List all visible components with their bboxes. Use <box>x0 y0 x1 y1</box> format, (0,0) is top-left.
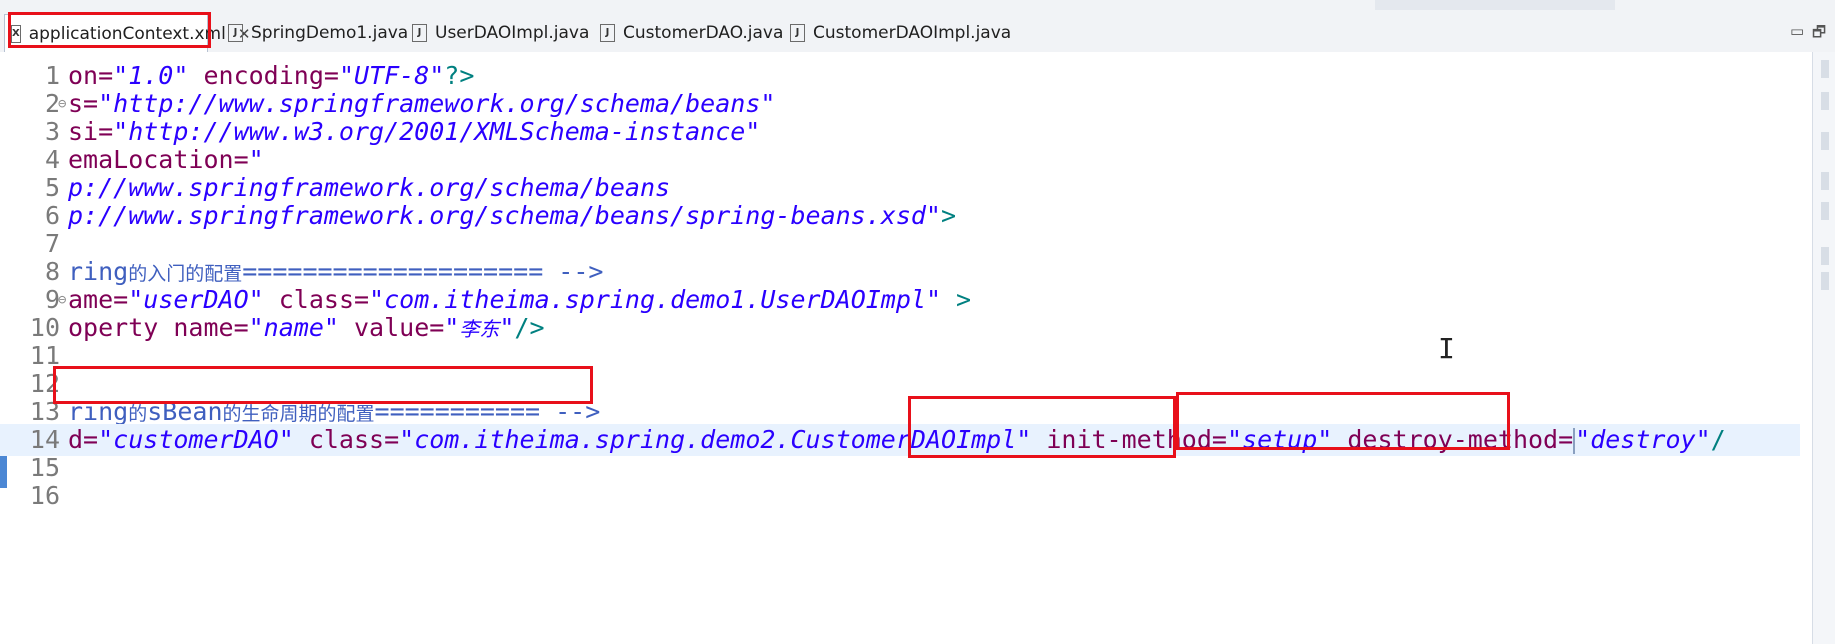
annotation-box-init-method <box>908 396 1176 458</box>
java-file-icon: J <box>412 24 427 42</box>
tab-customerdao-java[interactable]: J CustomerDAO.java <box>594 14 789 52</box>
ruler-marker <box>1821 272 1829 290</box>
java-file-icon: J <box>600 24 615 42</box>
editor-tab-bar: X applicationContext.xml ✕ J SpringDemo1… <box>0 0 1835 53</box>
tab-userdaoimpl-java[interactable]: J UserDAOImpl.java <box>406 14 595 52</box>
mouse-pointer-icon: I <box>1438 332 1455 365</box>
java-file-icon: J <box>790 24 805 42</box>
tab-springdemo1-java[interactable]: J SpringDemo1.java <box>222 14 414 52</box>
toolbar-strip <box>1375 0 1615 10</box>
tab-label: CustomerDAO.java <box>623 23 784 43</box>
tab-label: UserDAOImpl.java <box>435 23 590 43</box>
ruler-marker <box>1821 60 1829 78</box>
annotation-box-destroy-method <box>1176 392 1510 450</box>
minimize-icon[interactable]: ▭ <box>1790 22 1804 40</box>
ruler-marker <box>1821 132 1829 150</box>
tab-label: CustomerDAOImpl.java <box>813 23 1012 43</box>
annotation-box-tab <box>8 12 211 48</box>
annotation-box-comment <box>53 366 593 404</box>
ruler-marker <box>1821 247 1829 265</box>
code-editor[interactable]: 1 on="1.0" encoding="UTF-8"?> 2 ⊖ s="htt… <box>0 52 1812 644</box>
tab-label: SpringDemo1.java <box>251 23 409 43</box>
code-line: 16 <box>0 480 60 512</box>
maximize-icon[interactable]: 🗗 <box>1812 22 1826 47</box>
ruler-marker <box>1821 92 1829 110</box>
current-code-line: 14 d="customerDAO" class="com.itheima.sp… <box>0 424 1800 488</box>
java-file-icon: J <box>228 24 243 42</box>
ruler-marker <box>1821 202 1829 220</box>
line-number: 16 <box>29 481 60 510</box>
ruler-marker <box>1821 172 1829 190</box>
tab-customerdaoimpl-java[interactable]: J CustomerDAOImpl.java <box>784 14 1017 52</box>
overview-ruler[interactable] <box>1812 52 1835 644</box>
